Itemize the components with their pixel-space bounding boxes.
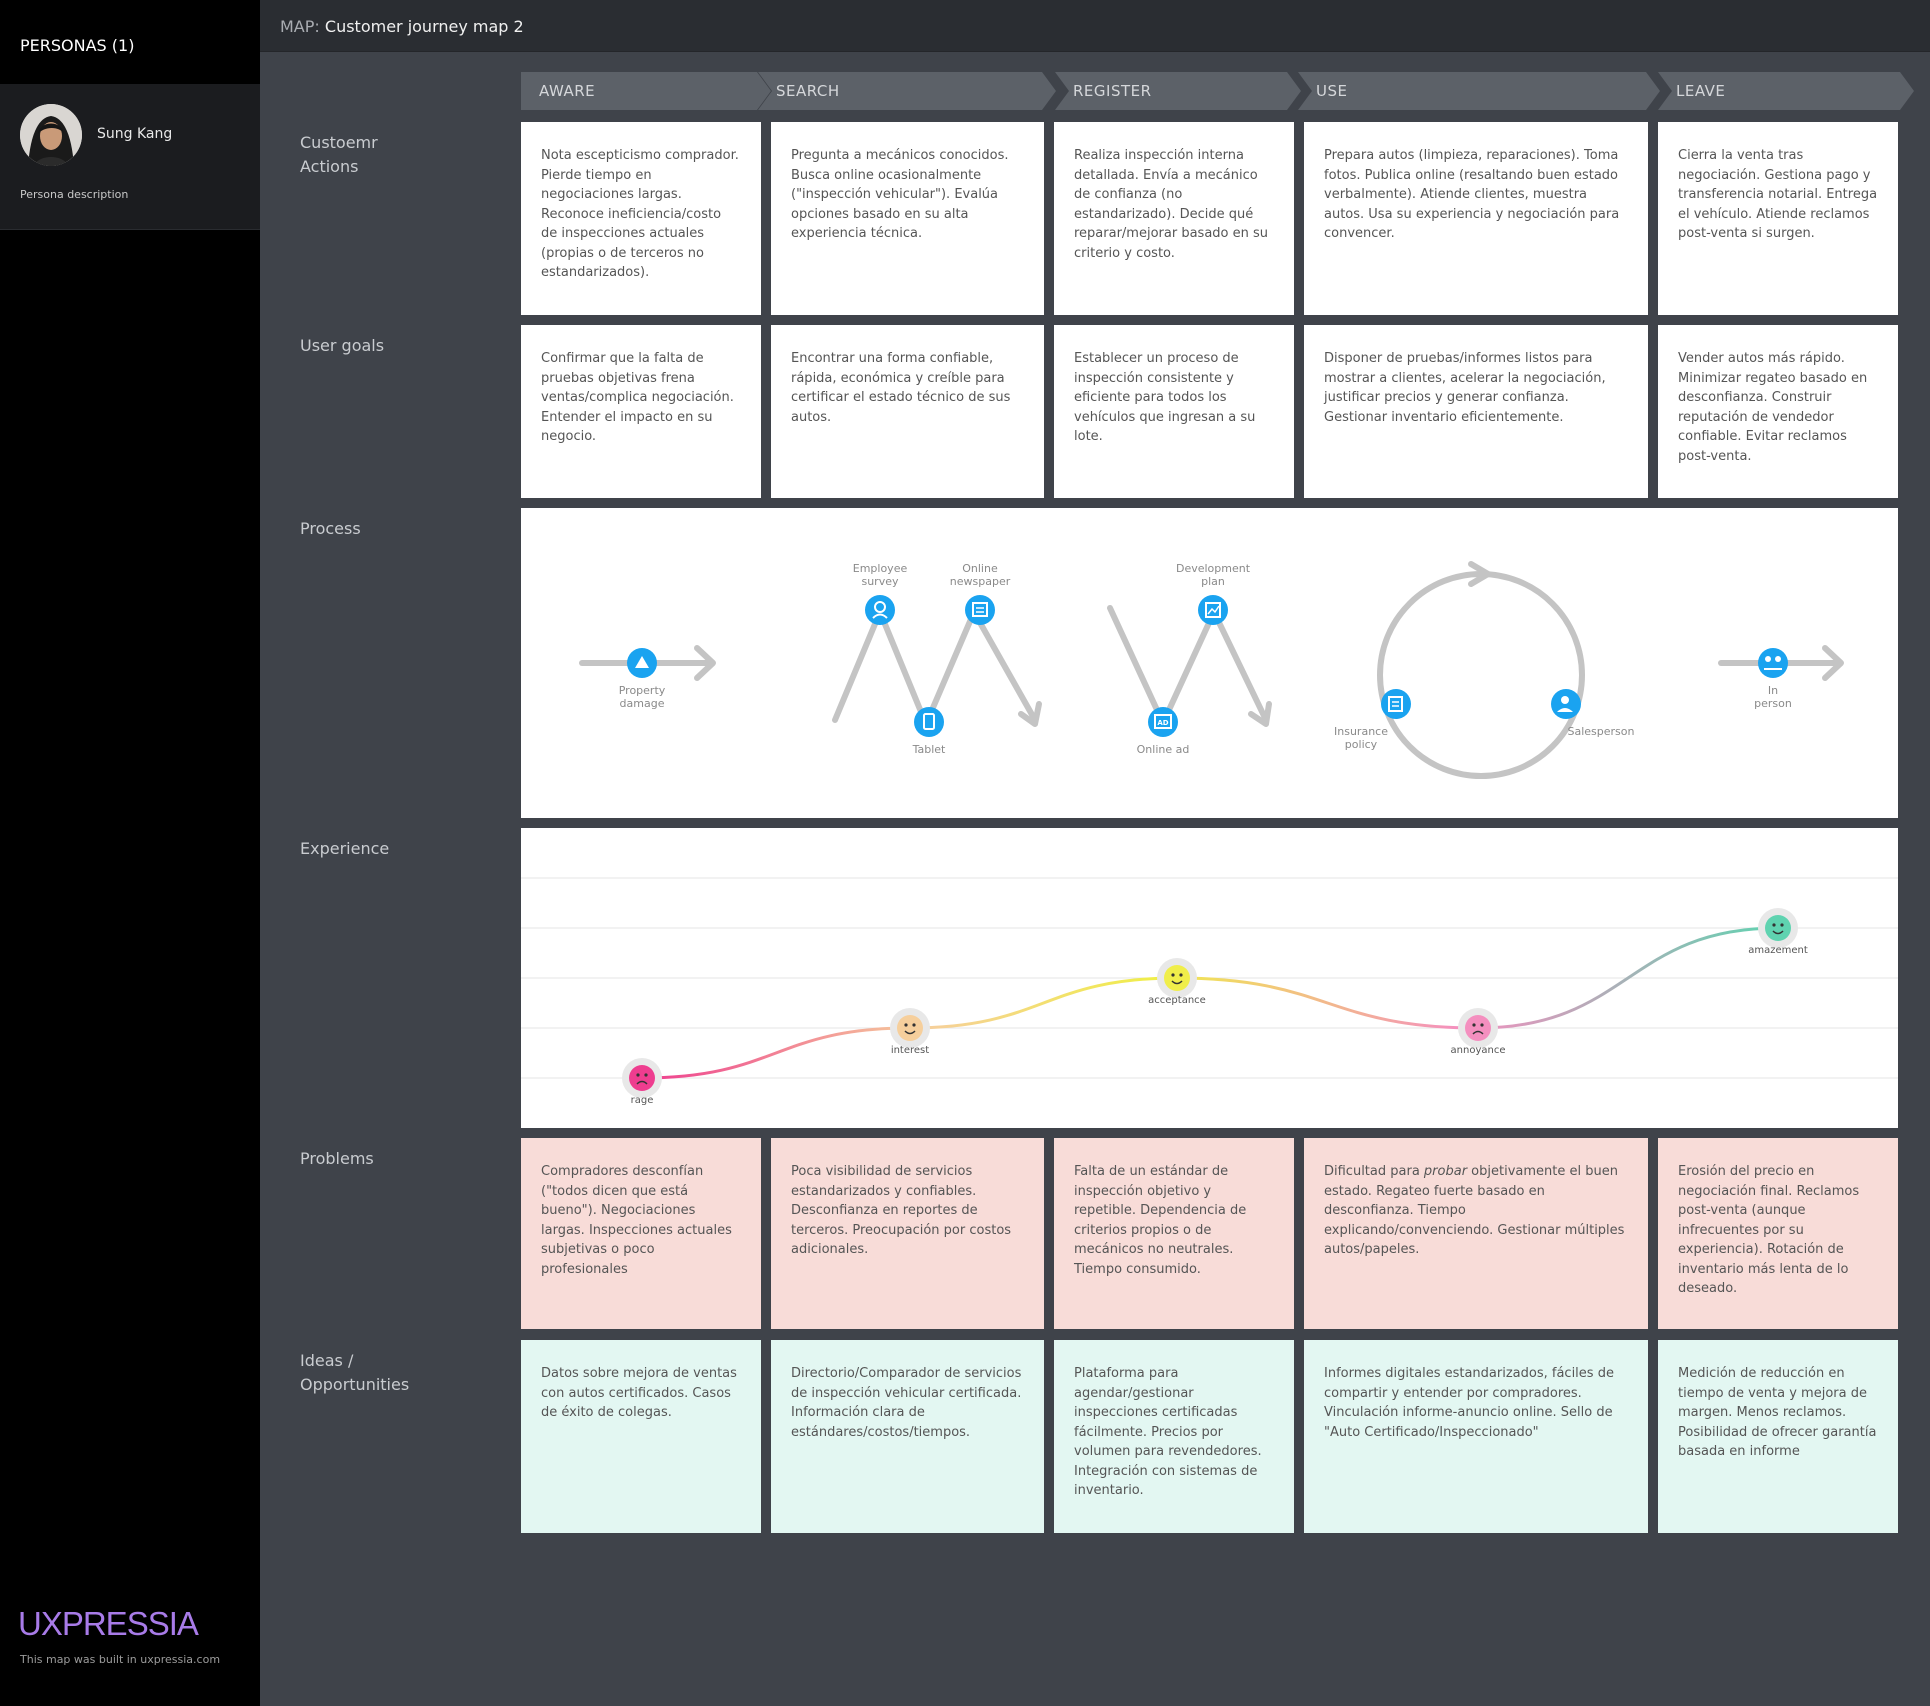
process-label: Insurance policy xyxy=(1334,725,1388,751)
online-ad-icon[interactable]: AD xyxy=(1148,707,1178,737)
idea-card[interactable]: Directorio/Comparador de servicios de in… xyxy=(771,1340,1044,1533)
row-label-process: Process xyxy=(300,519,361,538)
insurance-policy-icon[interactable] xyxy=(1381,689,1411,719)
tablet-icon[interactable] xyxy=(914,707,944,737)
action-card[interactable]: Nota escepticismo comprador. Pierde tiem… xyxy=(521,122,761,315)
problem-text-emphasis: probar xyxy=(1423,1164,1468,1179)
goal-card[interactable]: Encontrar una forma confiable, rápida, e… xyxy=(771,325,1044,498)
emotion-label: acceptance xyxy=(1148,995,1206,1006)
experience-panel[interactable]: rage interest acceptance annoyance amazement xyxy=(521,828,1898,1128)
map-title-text: Customer journey map 2 xyxy=(324,17,524,36)
emotion-label: amazement xyxy=(1748,945,1808,956)
emotion-annoyance-icon[interactable]: annoyance xyxy=(1451,1008,1506,1056)
idea-card[interactable]: Plataforma para agendar/gestionar inspec… xyxy=(1054,1340,1294,1533)
persona-description: Persona description xyxy=(20,188,129,201)
stage-use[interactable]: USE xyxy=(1298,72,1660,110)
action-card[interactable]: Prepara autos (limpieza, reparaciones). … xyxy=(1304,122,1648,315)
idea-card[interactable]: Informes digitales estandarizados, fácil… xyxy=(1304,1340,1648,1533)
top-bar: MAP: Customer journey map 2 xyxy=(260,0,1930,52)
row-label-actions: Custoemr Actions xyxy=(300,133,378,176)
map-title[interactable]: MAP: Customer journey map 2 xyxy=(280,17,524,36)
goal-card[interactable]: Disponer de pruebas/informes listos para… xyxy=(1304,325,1648,498)
action-card[interactable]: Realiza inspección interna detallada. En… xyxy=(1054,122,1294,315)
stage-leave[interactable]: LEAVE xyxy=(1658,72,1914,110)
persona-name: Sung Kang xyxy=(97,126,173,142)
row-label-ideas: Ideas / Opportunities xyxy=(300,1351,410,1394)
goal-card[interactable]: Establecer un proceso de inspección cons… xyxy=(1054,325,1294,498)
process-label: In person xyxy=(1754,684,1792,710)
persona-card[interactable]: Sung Kang Persona description xyxy=(0,84,260,230)
personas-title[interactable]: PERSONAS (1) xyxy=(0,0,260,84)
row-label-goals: User goals xyxy=(300,336,385,355)
in-person-icon[interactable] xyxy=(1758,648,1788,678)
action-card[interactable]: Cierra la venta tras negociación. Gestio… xyxy=(1658,122,1898,315)
emotion-rage-icon[interactable]: rage xyxy=(622,1058,662,1106)
idea-card[interactable]: Datos sobre mejora de ventas con autos c… xyxy=(521,1340,761,1533)
problem-card[interactable]: Dificultad para probar objetivamente el … xyxy=(1304,1138,1648,1329)
emotion-label: interest xyxy=(891,1045,929,1056)
emotion-acceptance-icon[interactable]: acceptance xyxy=(1148,958,1206,1006)
emotion-label: rage xyxy=(631,1095,654,1106)
problem-card[interactable]: Compradores desconfían ("todos dicen que… xyxy=(521,1138,761,1329)
process-label: Online ad xyxy=(1137,743,1190,756)
problem-text: Dificultad para xyxy=(1324,1164,1424,1179)
process-label: Development plan xyxy=(1176,562,1251,588)
process-label: Property damage xyxy=(619,684,666,710)
process-label: Tablet xyxy=(912,743,946,756)
problem-card[interactable]: Erosión del precio en negociación final.… xyxy=(1658,1138,1898,1329)
goal-card[interactable]: Confirmar que la falta de pruebas objeti… xyxy=(521,325,761,498)
personas-sidebar: PERSONAS (1) Sung Kang Persona descripti… xyxy=(0,0,260,1706)
idea-card[interactable]: Medición de reducción en tiempo de venta… xyxy=(1658,1340,1898,1533)
stage-search[interactable]: SEARCH xyxy=(758,72,1056,110)
employee-survey-icon[interactable] xyxy=(865,595,895,625)
action-card[interactable]: Pregunta a mecánicos conocidos. Busca on… xyxy=(771,122,1044,315)
goal-card[interactable]: Vender autos más rápido. Minimizar regat… xyxy=(1658,325,1898,498)
property-damage-icon[interactable] xyxy=(627,648,657,678)
problem-card[interactable]: Falta de un estándar de inspección objet… xyxy=(1054,1138,1294,1329)
stage-register[interactable]: REGISTER xyxy=(1055,72,1301,110)
process-panel[interactable]: AD Property damage Employee survey Online n… xyxy=(521,508,1898,818)
process-label: Online newspaper xyxy=(950,562,1011,588)
problem-card[interactable]: Poca visibilidad de servicios estandariz… xyxy=(771,1138,1044,1329)
uxpressia-logo[interactable]: UXPRESSIA xyxy=(18,1605,199,1643)
online-newspaper-icon[interactable] xyxy=(965,595,995,625)
development-plan-icon[interactable] xyxy=(1198,595,1228,625)
row-label-problems: Problems xyxy=(300,1149,374,1168)
process-label: Salesperson xyxy=(1568,725,1635,738)
map-title-prefix: MAP: xyxy=(280,17,320,36)
process-label: Employee survey xyxy=(853,562,908,588)
persona-avatar xyxy=(20,104,82,166)
emotion-interest-icon[interactable]: interest xyxy=(890,1008,930,1056)
salesperson-icon[interactable] xyxy=(1551,689,1581,719)
svg-text:AD: AD xyxy=(1157,719,1168,727)
emotion-amazement-icon[interactable]: amazement xyxy=(1748,908,1808,956)
emotion-label: annoyance xyxy=(1451,1045,1506,1056)
stage-aware[interactable]: AWARE xyxy=(521,72,771,110)
row-label-experience: Experience xyxy=(300,839,390,858)
brand-note: This map was built in uxpressia.com xyxy=(20,1653,221,1666)
